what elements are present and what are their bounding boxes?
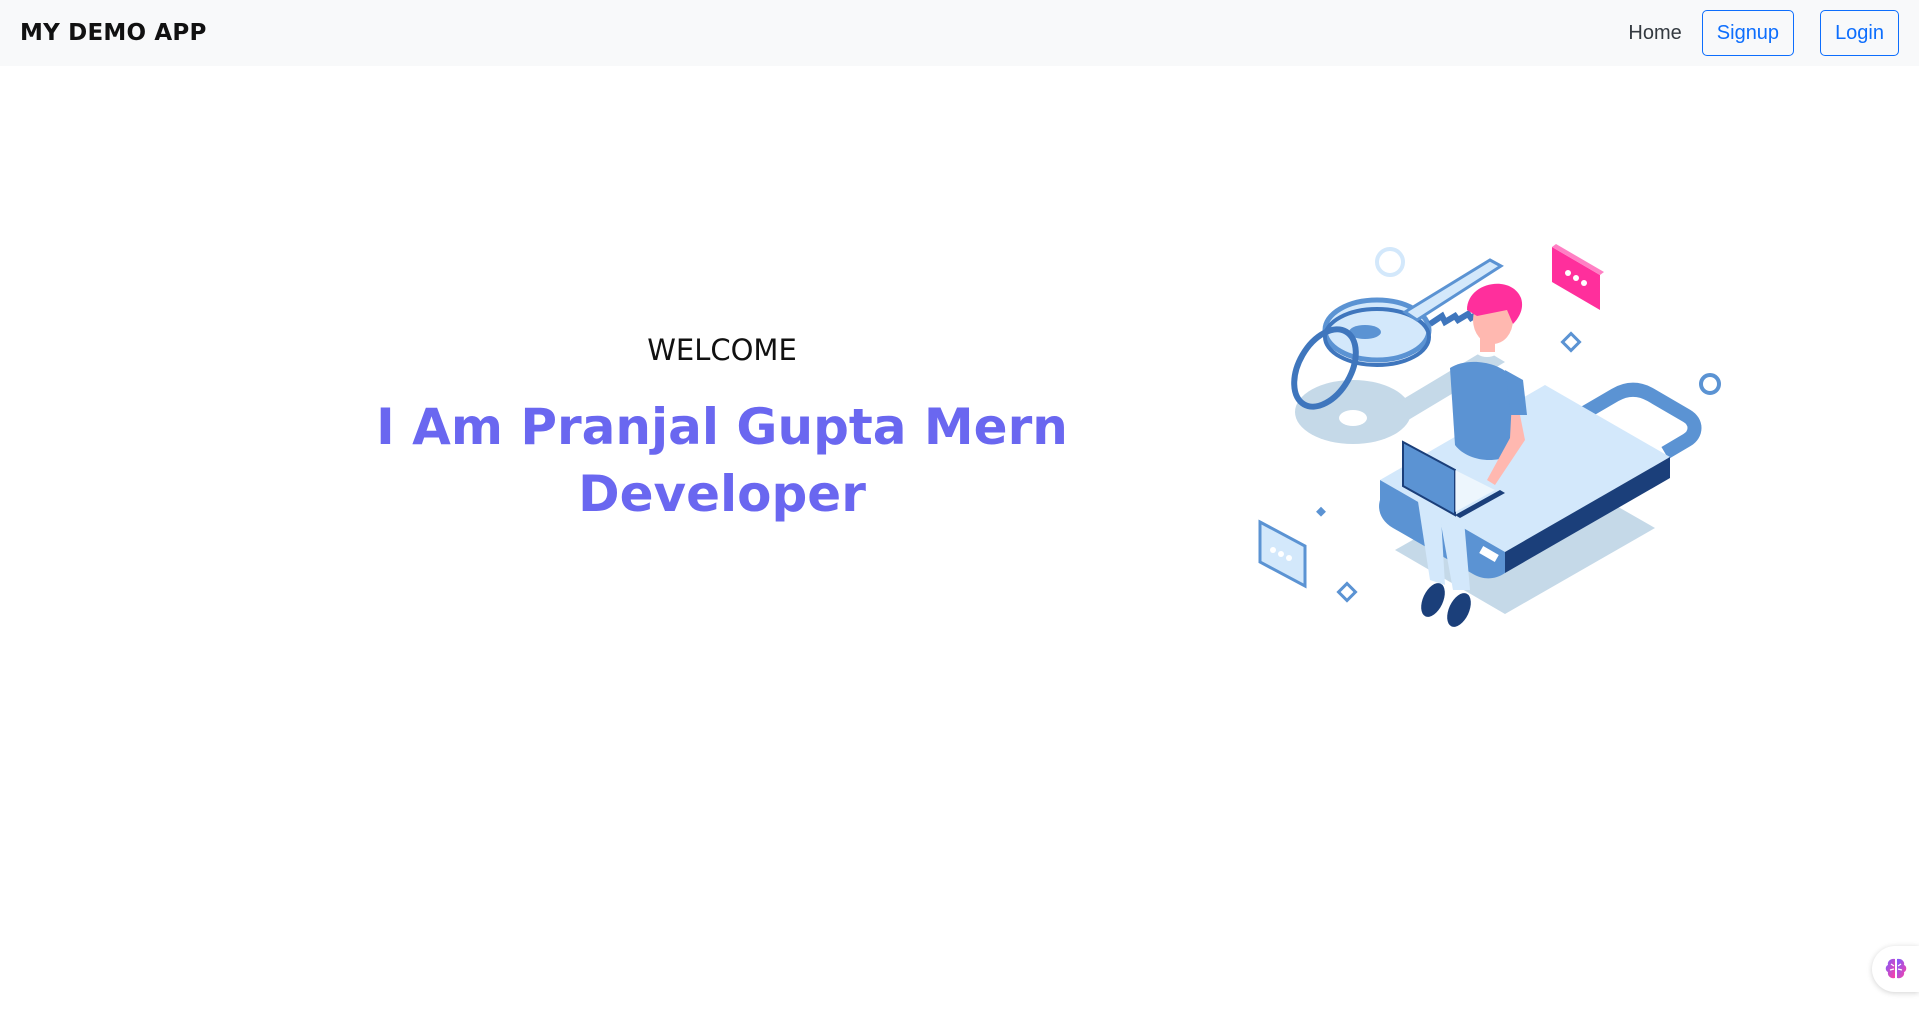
decor-diamond xyxy=(1316,506,1326,517)
navbar: MY DEMO APP Home Signup Login xyxy=(0,0,1919,66)
decor-diamond xyxy=(1560,331,1582,353)
hero-section: WELCOME I Am Pranjal Gupta Mern Develope… xyxy=(250,328,1194,528)
decor-circle xyxy=(1375,247,1405,277)
nav-home-link[interactable]: Home xyxy=(1628,22,1681,45)
chat-bubble-light-icon xyxy=(1258,519,1307,589)
nav-links: Home Signup Login xyxy=(1628,10,1899,56)
floating-assistant-button[interactable] xyxy=(1872,946,1919,992)
brain-icon xyxy=(1885,958,1906,979)
hero-illustration xyxy=(1258,244,1721,627)
brand-logo[interactable]: MY DEMO APP xyxy=(20,20,207,46)
hero-headline: I Am Pranjal Gupta Mern Developer xyxy=(376,398,1068,523)
decor-diamond xyxy=(1336,581,1358,603)
signup-button[interactable]: Signup xyxy=(1701,10,1795,56)
decor-circle xyxy=(1699,373,1721,395)
chat-bubble-pink-icon xyxy=(1552,244,1604,310)
login-button[interactable]: Login xyxy=(1820,10,1899,56)
welcome-heading: WELCOME xyxy=(647,333,797,367)
